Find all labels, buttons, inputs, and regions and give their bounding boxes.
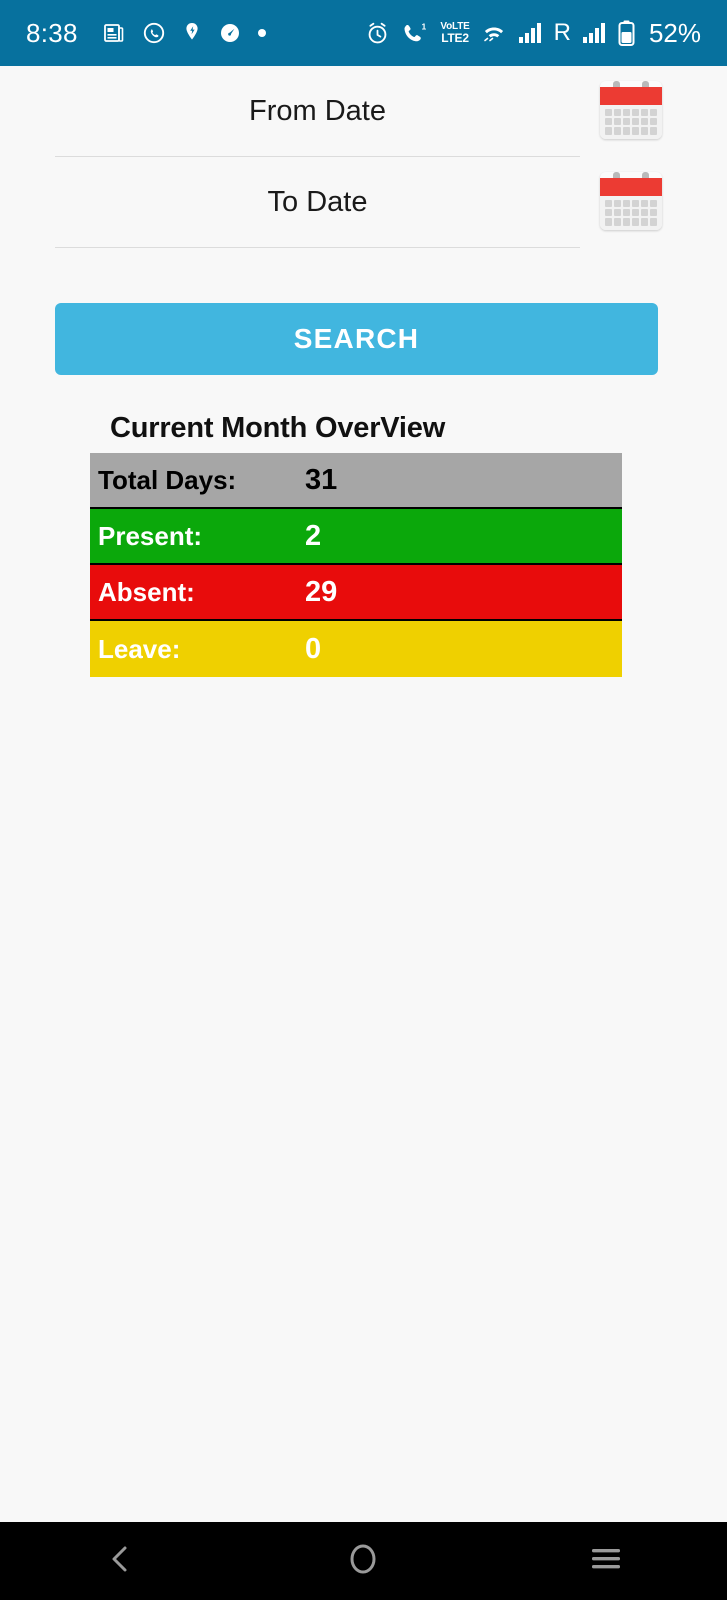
total-days-value: 31: [305, 463, 338, 496]
speedometer-icon: [218, 21, 242, 45]
back-button[interactable]: [61, 1522, 181, 1600]
status-bar: 8:38 1 VoLTE LTE2 R 52%: [0, 0, 727, 66]
recents-menu-icon: [589, 1544, 623, 1579]
volte-icon: VoLTE LTE2: [440, 22, 469, 45]
alarm-clock-icon: [365, 21, 390, 46]
total-days-label: Total Days:: [98, 464, 237, 495]
volte-line2: LTE2: [441, 31, 469, 45]
signal-bars-icon-1: [518, 22, 543, 44]
status-bar-left-group: 8:38: [26, 18, 266, 49]
absent-value: 29: [305, 575, 338, 608]
android-navigation-bar: [0, 1522, 727, 1600]
back-chevron-icon: [104, 1542, 138, 1581]
to-date-underline: [55, 247, 580, 248]
leave-value: 0: [305, 632, 322, 665]
whatsapp-icon: [142, 21, 166, 45]
battery-percent-label: 52%: [648, 17, 701, 48]
news-document-icon: [102, 21, 126, 45]
date-filter-form: From Date To Date: [0, 66, 727, 248]
calendar-icon: [600, 80, 662, 139]
present-value: 2: [305, 519, 322, 552]
wifi-calling-icon: [481, 21, 507, 45]
to-date-row: To Date: [0, 157, 727, 248]
dot-indicator-icon: [257, 29, 266, 37]
table-row: Leave: 0: [90, 621, 622, 677]
roaming-indicator: R: [553, 19, 571, 46]
recents-button[interactable]: [546, 1522, 666, 1600]
leave-label: Leave:: [98, 633, 181, 664]
status-bar-clock: 8:38: [26, 17, 78, 48]
app-screen: 8:38 1 VoLTE LTE2 R 52% From Date To Dat…: [0, 0, 727, 1600]
svg-text:1: 1: [422, 21, 427, 31]
calendar-icon: [600, 171, 662, 230]
absent-label: Absent:: [98, 576, 195, 607]
location-pin-icon: [182, 21, 202, 45]
status-bar-right-group: 1 VoLTE LTE2 R 52%: [365, 18, 701, 49]
from-date-input[interactable]: From Date: [55, 66, 580, 157]
battery-icon: [618, 20, 635, 46]
present-label: Present:: [98, 520, 203, 551]
to-date-calendar-button[interactable]: [600, 171, 662, 234]
from-date-calendar-button[interactable]: [600, 80, 662, 143]
home-button[interactable]: [303, 1522, 423, 1600]
from-date-row: From Date: [0, 66, 727, 157]
table-row: Absent: 29: [90, 565, 622, 621]
from-date-label: From Date: [249, 95, 386, 127]
search-button[interactable]: SEARCH: [55, 303, 658, 375]
missed-call-icon: 1: [401, 21, 429, 46]
to-date-input[interactable]: To Date: [55, 157, 580, 248]
table-row: Present: 2: [90, 509, 622, 565]
current-month-overview: Current Month OverView Total Days: 31 Pr…: [90, 412, 622, 677]
home-circle-icon: [346, 1541, 380, 1582]
table-row: Total Days: 31: [90, 453, 622, 509]
page-title: Current Month OverView: [110, 412, 446, 444]
to-date-label: To Date: [267, 186, 368, 218]
signal-bars-icon-2: [582, 22, 607, 44]
